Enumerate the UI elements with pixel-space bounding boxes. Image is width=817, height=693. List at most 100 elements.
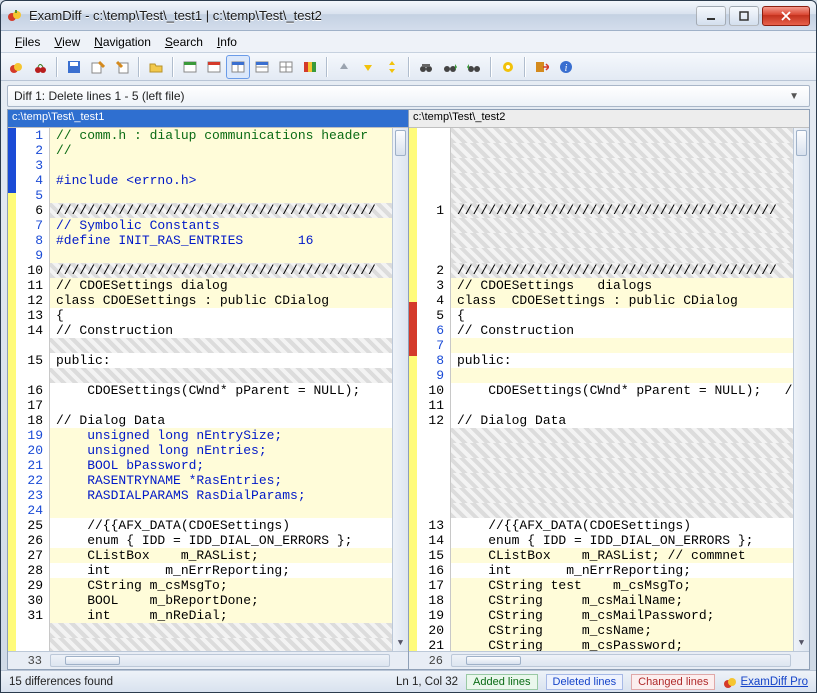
right-hscrollbar[interactable] — [451, 654, 791, 667]
code-line[interactable]: int m_nReDial; — [50, 608, 392, 623]
code-line[interactable] — [50, 188, 392, 203]
code-line[interactable] — [451, 338, 793, 353]
code-line[interactable] — [451, 188, 793, 203]
code-line[interactable] — [50, 158, 392, 173]
code-line[interactable] — [50, 368, 392, 383]
code-line[interactable]: int m_nErrReporting; — [50, 563, 392, 578]
menu-view[interactable]: View — [48, 33, 86, 51]
code-line[interactable] — [50, 338, 392, 353]
exit-icon[interactable] — [531, 56, 553, 78]
code-line[interactable]: CListBox m_RASList; // commnet — [451, 548, 793, 563]
code-line[interactable]: ////////////////////////////////////////… — [50, 203, 392, 218]
code-line[interactable]: // comm.h : dialup communications header — [50, 128, 392, 143]
apple-red-icon[interactable] — [5, 56, 27, 78]
gear-yellow-icon[interactable] — [497, 56, 519, 78]
code-line[interactable]: BOOL m_bReportDone; — [50, 593, 392, 608]
code-line[interactable] — [451, 488, 793, 503]
code-line[interactable]: CString test m_csMsgTo; — [451, 578, 793, 593]
code-line[interactable]: CDOESettings(CWnd* pParent = NULL); // — [451, 383, 793, 398]
code-line[interactable]: #include <errno.h> — [50, 173, 392, 188]
code-line[interactable]: ////////////////////////////////////////… — [50, 263, 392, 278]
code-line[interactable]: { — [50, 308, 392, 323]
info-icon[interactable]: i — [555, 56, 577, 78]
close-button[interactable] — [762, 6, 810, 26]
code-line[interactable]: //{{AFX_DATA(CDOESettings) — [50, 518, 392, 533]
left-path[interactable]: c:\temp\Test\_test1 — [8, 110, 408, 128]
menu-files[interactable]: Files — [9, 33, 46, 51]
minimize-button[interactable] — [696, 6, 726, 26]
code-line[interactable] — [451, 398, 793, 413]
maximize-button[interactable] — [729, 6, 759, 26]
left-hscrollbar[interactable] — [50, 654, 390, 667]
menu-search[interactable]: Search — [159, 33, 209, 51]
code-line[interactable]: public: — [50, 353, 392, 368]
code-line[interactable] — [451, 218, 793, 233]
code-line[interactable]: enum { IDD = IDD_DIAL_ON_ERRORS }; — [451, 533, 793, 548]
code-line[interactable]: //{{AFX_DATA(CDOESettings) — [451, 518, 793, 533]
find-prev-icon[interactable] — [463, 56, 485, 78]
code-line[interactable]: unsigned long nEntrySize; — [50, 428, 392, 443]
edit-right-icon[interactable] — [111, 56, 133, 78]
view-rainbow-icon[interactable] — [299, 56, 321, 78]
code-line[interactable]: CString m_csMailPassword; — [451, 608, 793, 623]
code-line[interactable] — [451, 428, 793, 443]
right-path[interactable]: c:\temp\Test\_test2 — [409, 110, 809, 128]
code-line[interactable]: ////////////////////////////////////////… — [451, 203, 793, 218]
code-line[interactable] — [50, 398, 392, 413]
code-line[interactable] — [451, 128, 793, 143]
code-line[interactable]: public: — [451, 353, 793, 368]
code-line[interactable]: CListBox m_RASList; — [50, 548, 392, 563]
code-line[interactable]: // Symbolic Constants — [50, 218, 392, 233]
code-line[interactable]: // Construction — [451, 323, 793, 338]
code-line[interactable]: CString m_csName; — [451, 623, 793, 638]
arrow-up-gray-icon[interactable] — [333, 56, 355, 78]
code-line[interactable]: class CDOESettings : public CDialog — [50, 293, 392, 308]
titlebar[interactable]: ExamDiff - c:\temp\Test\_test1 | c:\temp… — [1, 1, 816, 31]
code-line[interactable] — [451, 248, 793, 263]
arrow-updown-icon[interactable] — [381, 56, 403, 78]
view-green-icon[interactable] — [179, 56, 201, 78]
code-line[interactable]: // — [50, 143, 392, 158]
code-line[interactable]: ////////////////////////////////////////… — [451, 263, 793, 278]
code-line[interactable]: RASDIALPARAMS RasDialParams; — [50, 488, 392, 503]
code-line[interactable] — [50, 503, 392, 518]
code-line[interactable]: { — [451, 308, 793, 323]
code-line[interactable]: // Construction — [50, 323, 392, 338]
folder-icon[interactable] — [145, 56, 167, 78]
code-line[interactable] — [451, 233, 793, 248]
code-line[interactable] — [451, 443, 793, 458]
code-line[interactable] — [451, 368, 793, 383]
code-line[interactable] — [451, 143, 793, 158]
code-line[interactable]: CString m_csMsgTo; — [50, 578, 392, 593]
code-line[interactable] — [451, 173, 793, 188]
menu-navigation[interactable]: Navigation — [88, 33, 157, 51]
code-line[interactable]: // Dialog Data — [451, 413, 793, 428]
code-line[interactable]: CDOESettings(CWnd* pParent = NULL); — [50, 383, 392, 398]
view-grid-icon[interactable] — [275, 56, 297, 78]
examdiff-pro-link[interactable]: ExamDiff Pro — [723, 675, 808, 689]
view-split-vert-icon[interactable] — [227, 56, 249, 78]
code-line[interactable] — [50, 248, 392, 263]
left-vscrollbar[interactable]: ▲▼ — [392, 128, 408, 651]
code-line[interactable]: RASENTRYNAME *RasEntries; — [50, 473, 392, 488]
view-red-icon[interactable] — [203, 56, 225, 78]
save-blue-icon[interactable] — [63, 56, 85, 78]
view-split-horiz-icon[interactable] — [251, 56, 273, 78]
code-line[interactable] — [451, 503, 793, 518]
arrow-down-yellow-icon[interactable] — [357, 56, 379, 78]
code-line[interactable]: BOOL bPassword; — [50, 458, 392, 473]
code-line[interactable] — [451, 473, 793, 488]
code-line[interactable]: // CDOESettings dialog — [50, 278, 392, 293]
code-line[interactable] — [451, 458, 793, 473]
code-line[interactable]: int m_nErrReporting; — [451, 563, 793, 578]
code-line[interactable]: enum { IDD = IDD_DIAL_ON_ERRORS }; — [50, 533, 392, 548]
menu-info[interactable]: Info — [211, 33, 243, 51]
right-vscrollbar[interactable]: ▲▼ — [793, 128, 809, 651]
code-line[interactable]: CString m_csMailName; — [451, 593, 793, 608]
code-line[interactable]: class CDOESettings : public CDialog — [451, 293, 793, 308]
code-line[interactable]: // CDOESettings dialogs — [451, 278, 793, 293]
code-line[interactable]: #define INIT_RAS_ENTRIES 16 — [50, 233, 392, 248]
code-line[interactable]: CString m_csPassword; — [451, 638, 793, 651]
right-code[interactable]: ////////////////////////////////////////… — [451, 128, 793, 651]
edit-left-icon[interactable] — [87, 56, 109, 78]
